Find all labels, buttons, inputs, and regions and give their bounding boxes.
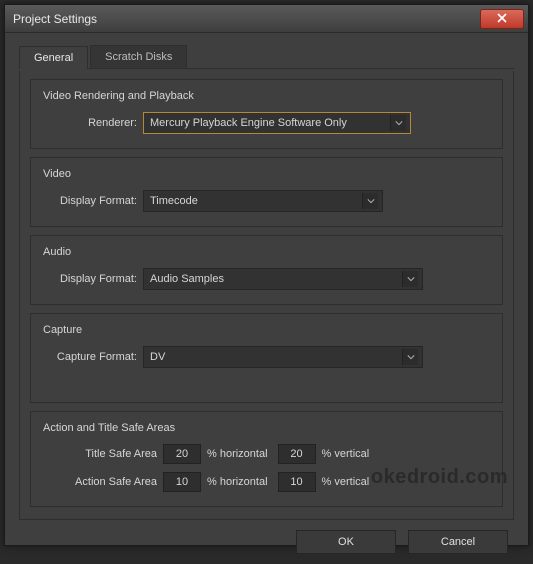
ok-button[interactable]: OK: [296, 530, 396, 554]
audio-format-label: Display Format:: [43, 273, 143, 285]
chevron-down-icon: [390, 115, 406, 131]
chevron-down-icon: [402, 271, 418, 287]
audio-format-select[interactable]: Audio Samples: [143, 268, 423, 290]
tab-bar: General Scratch Disks: [19, 45, 514, 69]
group-safe-areas: Action and Title Safe Areas Title Safe A…: [30, 411, 503, 507]
tab-panel-general: Video Rendering and Playback Renderer: M…: [19, 71, 514, 520]
capture-format-value: DV: [150, 351, 165, 363]
chevron-down-icon: [362, 193, 378, 209]
dialog-footer: OK Cancel: [19, 520, 514, 554]
group-video-rendering: Video Rendering and Playback Renderer: M…: [30, 79, 503, 149]
close-icon: [497, 10, 507, 28]
video-format-label: Display Format:: [43, 195, 143, 207]
capture-format-select[interactable]: DV: [143, 346, 423, 368]
titlebar: Project Settings: [5, 5, 528, 33]
group-title: Audio: [43, 246, 490, 258]
unit-vertical: % vertical: [316, 448, 380, 460]
chevron-down-icon: [402, 349, 418, 365]
group-title: Capture: [43, 324, 490, 336]
action-safe-v-input[interactable]: [278, 472, 316, 492]
group-video: Video Display Format: Timecode: [30, 157, 503, 227]
group-title: Video Rendering and Playback: [43, 90, 490, 102]
close-button[interactable]: [480, 9, 524, 29]
video-format-value: Timecode: [150, 195, 198, 207]
renderer-select-value: Mercury Playback Engine Software Only: [150, 117, 347, 129]
window-title: Project Settings: [13, 12, 480, 26]
group-audio: Audio Display Format: Audio Samples: [30, 235, 503, 305]
tab-scratch-disks[interactable]: Scratch Disks: [90, 45, 187, 68]
group-title: Video: [43, 168, 490, 180]
title-safe-h-input[interactable]: [163, 444, 201, 464]
capture-format-label: Capture Format:: [43, 351, 143, 363]
renderer-select[interactable]: Mercury Playback Engine Software Only: [143, 112, 411, 134]
dialog-window: Project Settings General Scratch Disks V…: [4, 4, 529, 546]
title-safe-label: Title Safe Area: [43, 448, 163, 460]
renderer-label: Renderer:: [43, 117, 143, 129]
action-safe-label: Action Safe Area: [43, 476, 163, 488]
dialog-body: General Scratch Disks Video Rendering an…: [5, 33, 528, 564]
tab-general[interactable]: General: [19, 46, 88, 69]
action-safe-h-input[interactable]: [163, 472, 201, 492]
unit-horizontal: % horizontal: [201, 448, 278, 460]
title-safe-v-input[interactable]: [278, 444, 316, 464]
audio-format-value: Audio Samples: [150, 273, 224, 285]
cancel-button[interactable]: Cancel: [408, 530, 508, 554]
group-title: Action and Title Safe Areas: [43, 422, 490, 434]
video-format-select[interactable]: Timecode: [143, 190, 383, 212]
unit-horizontal: % horizontal: [201, 476, 278, 488]
group-capture: Capture Capture Format: DV: [30, 313, 503, 403]
unit-vertical: % vertical: [316, 476, 380, 488]
